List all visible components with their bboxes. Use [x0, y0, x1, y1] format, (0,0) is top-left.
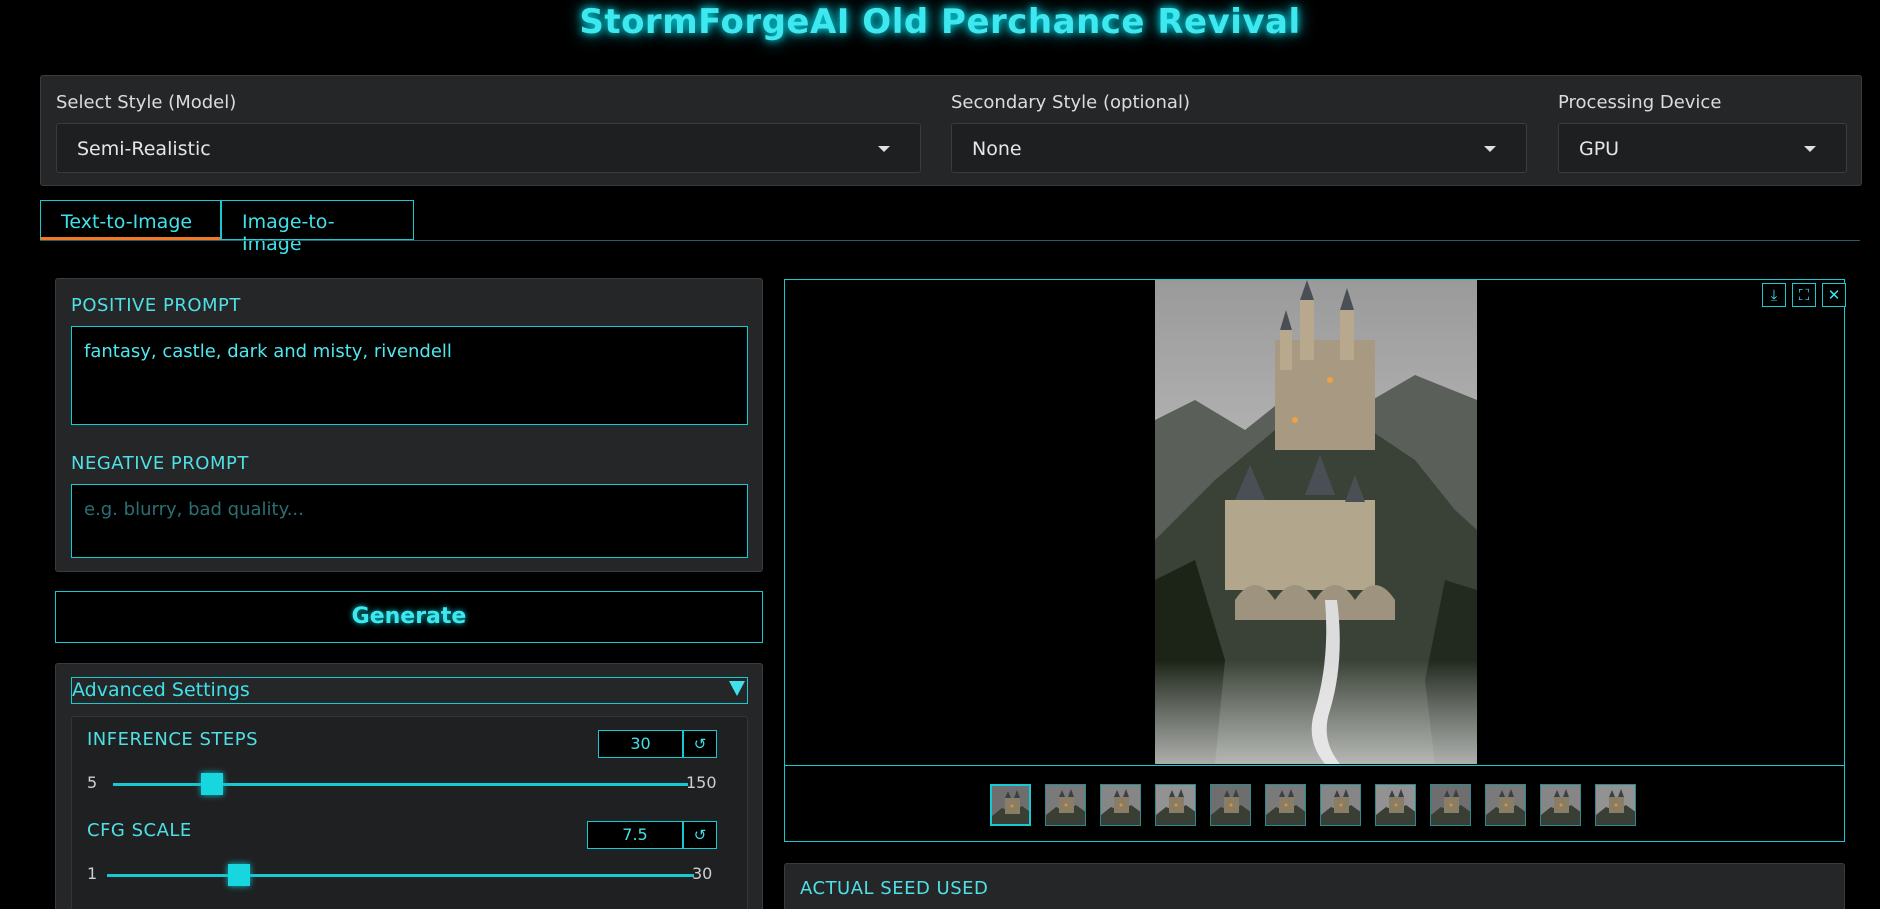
download-icon[interactable]: ⤓	[1762, 283, 1786, 307]
gallery-thumbnail[interactable]	[1595, 784, 1636, 826]
device-select-value: GPU	[1579, 138, 1620, 160]
gallery-thumbnail[interactable]	[1155, 784, 1196, 826]
triangle-down-icon	[729, 681, 745, 696]
cfg-scale-track[interactable]	[107, 874, 694, 877]
positive-prompt-label: POSITIVE PROMPT	[71, 295, 241, 316]
seed-panel: ACTUAL SEED USED	[784, 863, 1845, 909]
negative-prompt-input[interactable]: e.g. blurry, bad quality...	[71, 484, 748, 558]
inference-steps-input[interactable]: 30	[598, 730, 683, 758]
inference-steps-min: 5	[87, 773, 98, 792]
style-select-value: Semi-Realistic	[77, 138, 211, 160]
castle-image	[1155, 280, 1477, 764]
generate-button[interactable]: Generate	[55, 591, 763, 643]
reset-icon[interactable]: ↺	[683, 730, 717, 758]
app-title: StormForgeAI Old Perchance Revival	[579, 2, 1301, 42]
gallery-thumbnail[interactable]	[1430, 784, 1471, 826]
device-select-label: Processing Device	[1558, 92, 1722, 113]
inference-steps-track[interactable]	[113, 783, 688, 786]
chevron-down-icon	[1484, 146, 1496, 152]
gallery-thumbnail[interactable]	[990, 784, 1031, 826]
prompt-panel: POSITIVE PROMPT fantasy, castle, dark an…	[55, 278, 763, 572]
inference-steps-label: INFERENCE STEPS	[87, 729, 259, 750]
gallery-thumbnail[interactable]	[1045, 784, 1086, 826]
advanced-settings-panel: Advanced Settings INFERENCE STEPS 30 ↺ 5…	[55, 663, 763, 909]
fullscreen-icon[interactable]: ⛶	[1792, 283, 1816, 307]
inference-steps-handle[interactable]	[201, 773, 224, 795]
thumbnail-strip	[785, 765, 1844, 841]
gallery-thumbnail[interactable]	[1210, 784, 1251, 826]
output-gallery: ⤓ ⛶ ✕	[784, 279, 1846, 842]
chevron-down-icon	[878, 146, 890, 152]
gallery-thumbnail[interactable]	[1265, 784, 1306, 826]
sliders-group: INFERENCE STEPS 30 ↺ 5 150 CFG SCALE 7.5…	[71, 716, 748, 909]
gallery-thumbnail[interactable]	[1320, 784, 1361, 826]
negative-prompt-label: NEGATIVE PROMPT	[71, 453, 249, 474]
cfg-scale-label: CFG SCALE	[87, 820, 192, 841]
gallery-thumbnail[interactable]	[1540, 784, 1581, 826]
tab-divider	[40, 240, 1860, 241]
gallery-thumbnail[interactable]	[1100, 784, 1141, 826]
secondary-style-value: None	[972, 138, 1022, 160]
gallery-thumbnail[interactable]	[1485, 784, 1526, 826]
secondary-style-select[interactable]: None	[951, 123, 1527, 173]
inference-steps-max: 150	[686, 773, 717, 792]
close-icon[interactable]: ✕	[1822, 283, 1846, 307]
style-select-label: Select Style (Model)	[56, 92, 237, 113]
gallery-thumbnail[interactable]	[1375, 784, 1416, 826]
advanced-settings-label: Advanced Settings	[72, 679, 250, 701]
device-select[interactable]: GPU	[1558, 123, 1847, 173]
advanced-settings-toggle[interactable]: Advanced Settings	[71, 677, 748, 704]
cfg-scale-min: 1	[87, 864, 98, 883]
cfg-scale-input[interactable]: 7.5	[587, 821, 683, 849]
chevron-down-icon	[1804, 146, 1816, 152]
cfg-scale-handle[interactable]	[227, 864, 250, 886]
tab-text-to-image[interactable]: Text-to-Image	[40, 200, 221, 240]
reset-icon[interactable]: ↺	[683, 821, 717, 849]
style-select[interactable]: Semi-Realistic	[56, 123, 921, 173]
cfg-scale-max: 30	[692, 864, 713, 883]
actual-seed-label: ACTUAL SEED USED	[800, 878, 989, 899]
positive-prompt-input[interactable]: fantasy, castle, dark and misty, rivende…	[71, 326, 748, 425]
tab-image-to-image[interactable]: Image-to-Image	[221, 200, 414, 255]
model-settings-panel: Select Style (Model) Semi-Realistic Seco…	[40, 75, 1862, 186]
secondary-style-label: Secondary Style (optional)	[951, 92, 1190, 113]
generated-image[interactable]	[1155, 280, 1477, 764]
